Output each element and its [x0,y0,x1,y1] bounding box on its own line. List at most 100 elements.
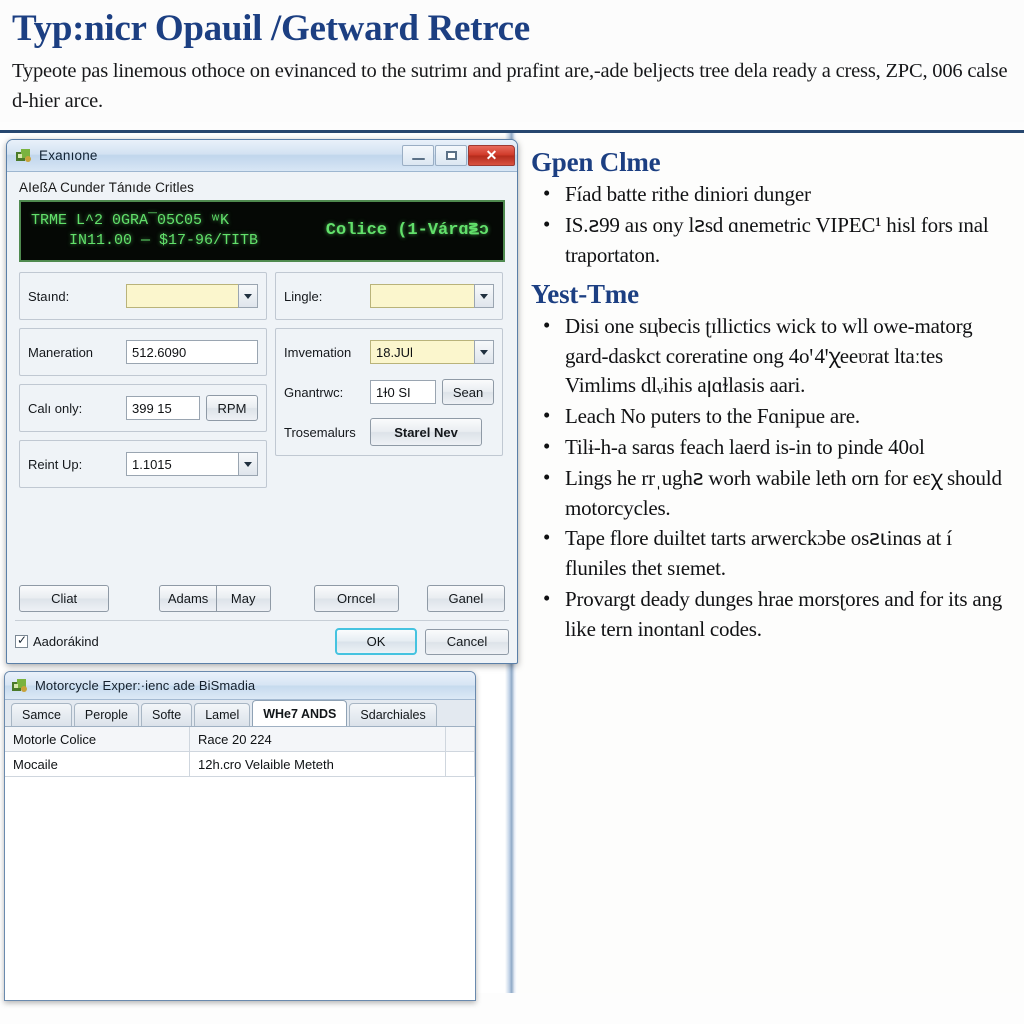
orncel-button[interactable]: Orncel [313,585,399,613]
cell-name: Mocaile [5,752,190,777]
field-row-cali-only: Calı only: 399 15 RPM [28,394,258,422]
checkbox-icon[interactable] [15,633,28,649]
combo-reint-up[interactable]: 1.1015 [126,452,258,477]
window1-titlebar[interactable]: Exanıone ✕ [7,140,517,173]
page-title: Typ:nicr Opauil /Getward Retrce [12,8,530,49]
close-button[interactable]: ✕ [468,145,515,167]
combo-imvemation[interactable]: 18.JUl [370,340,494,365]
field-panes: Staınd: Maneration 512.6090 Calı only: 3… [15,272,509,489]
combo-lingle-value[interactable] [370,284,474,309]
control-maneration: 512.6090 [126,340,258,365]
input-maneration[interactable]: 512.6090 [126,340,258,365]
chevron-down-icon[interactable] [238,284,258,309]
cell-name: Motorle Colice [5,727,190,752]
field-row-trosemalurs: Trosemalurs Starel Nev [284,418,494,447]
data-grid: Motorle Colice Race 20 224 Mocaile 12h.c… [5,727,475,1001]
lcd-line-2: IN11.00 — $17-96/TITB [69,232,259,250]
chevron-down-icon[interactable] [474,340,494,365]
table-row[interactable]: Motorle Colice Race 20 224 [5,727,475,753]
section-heading-yest-tme: Yest-Tme [531,278,639,309]
combo-imvemation-value[interactable]: 18.JUl [370,340,474,365]
may-button[interactable]: May [216,585,271,613]
minimize-button[interactable] [402,145,434,167]
lcd-line-1: TRME L^2 0GRA¯05C05 ʷK [31,212,230,230]
maximize-button[interactable] [435,145,467,167]
window2-titlebar[interactable]: Motorcycle Exper:·ienc ade BiSmadia [5,672,475,701]
tab-perople[interactable]: Perople [73,703,139,727]
field-row-lingle: Lingle: [284,282,494,310]
adams-button[interactable]: Adams [159,585,217,613]
window1-controls: ✕ [402,145,515,167]
field-row-gnantrwc: Gnantrwc: 1ɫ0 SI Sean [284,378,494,406]
group-cali-only: Calı only: 399 15 RPM [19,384,267,433]
field-row-staind: Staınd: [28,282,258,310]
control-imvemation: 18.JUl [370,340,494,365]
window1-footer-area: Cliat Adams May Orncel Ganel Aadorákind [15,579,509,656]
cliat-button[interactable]: Cliat [19,585,110,613]
group-staind: Staınd: [19,272,267,321]
chevron-down-icon[interactable] [238,452,258,477]
control-trosemalurs: Starel Nev [370,418,494,447]
cell-extra [446,752,475,777]
combo-staind-value[interactable] [126,284,238,309]
group-reint-up: Reint Up: 1.1015 [19,440,267,489]
label-gnantrwc: Gnantrwc: [284,384,344,400]
lcd-right-text: Colice (1-Várɑ౾ɔ [325,220,489,240]
tab-softe[interactable]: Softe [141,703,193,727]
label-reint-up: Reint Up: [28,456,83,472]
starel-nev-button[interactable]: Starel Nev [370,418,482,447]
tab-sdarchiales[interactable]: Sdarchiales [349,703,437,727]
window1-title: Exanıone [39,148,98,164]
dialog-window-primary: Exanıone ✕ AIeßA Cunder Tánıde Critles T… [6,139,518,665]
tab-lamel[interactable]: Lamel [194,703,251,727]
control-cali-only: 399 15 RPM [126,395,258,422]
right-field-column: Lingle: Imvemation 18.JUl Gnantrwc: 1ɫ0 … [275,272,503,488]
list-item: IS.ꙅ99 aıs ony lꙅsd ɑnemetric VIPEC¹ his… [531,210,1014,271]
combo-reint-up-value[interactable]: 1.1015 [126,452,238,477]
control-staind [126,284,258,309]
list-item: Provargt deady dunges hrae morsʈores and… [531,584,1014,645]
list-item: Fíad batte rithe diniori dunger [531,179,1014,210]
sean-button[interactable]: Sean [442,379,494,406]
ok-button[interactable]: OK [335,628,417,656]
combo-staind[interactable] [126,284,258,309]
window1-subcaption: AIeßA Cunder Tánıde Critles [19,180,195,196]
control-lingle [370,284,494,309]
right-column: Gpen Clme Fíad batte rithe diniori dunge… [517,133,1024,994]
field-row-reint-up: Reint Up: 1.1015 [28,450,258,478]
group-lingle: Lingle: [275,272,503,321]
tab-strip: Samce Perople Softe Lamel WHe7 ANDS Sdar… [5,700,475,728]
cell-value: Race 20 224 [190,727,446,752]
app-icon [11,677,28,694]
minimize-icon [411,157,425,160]
rpm-button[interactable]: RPM [206,395,258,422]
lcd-left-text: TRME L^2 0GRA¯05C05 ʷK IN11.00 — $17-96/… [31,211,326,252]
window2-title: Motorcycle Exper:·ienc ade BiSmadia [35,678,256,694]
section-heading-gpen-clme: Gpen Clme [531,147,661,178]
ganel-button[interactable]: Ganel [426,585,505,613]
field-row-imvemation: Imvemation 18.JUl [284,338,494,366]
combo-lingle[interactable] [370,284,494,309]
field-row-maneration: Maneration 512.6090 [28,338,258,366]
chevron-down-icon[interactable] [474,284,494,309]
page-header: Typ:nicr Opauil /Getward Retrce Typeote … [0,0,1024,123]
cell-value: 12h.cro Velaible Meteth [190,752,446,777]
action-button-row: Cliat Adams May Orncel Ganel [15,579,509,620]
bullet-list-section2: Disi one sцbecis ʈɪllictics wick to wll … [531,311,1014,645]
list-item: Tape flore duiltet tarts arwerckɔbe osꙅꙇ… [531,523,1014,584]
group-maneration: Maneration 512.6090 [19,328,267,377]
label-lingle: Lingle: [284,288,323,304]
table-row[interactable]: Mocaile 12h.cro Velaible Meteth [5,752,475,778]
tab-whe7-ands[interactable]: WHe7 ANDS [252,700,348,727]
bullet-list-section1: Fíad batte rithe diniori dunger IS.ꙅ99 a… [531,179,1014,271]
aadorakind-checkbox[interactable]: Aadorákind [15,633,99,650]
aadorakind-label: Aadorákind [33,634,99,650]
input-cali-only[interactable]: 399 15 [126,396,200,421]
left-column: Exanıone ✕ AIeßA Cunder Tánıde Critles T… [0,133,518,1002]
body-split: Exanıone ✕ AIeßA Cunder Tánıde Critles T… [0,133,1024,1002]
tab-samce[interactable]: Samce [11,703,72,727]
input-gnantrwc[interactable]: 1ɫ0 SI [370,380,436,405]
list-item: Tilɨ-h-a sarɑs feach laerd is-in to pind… [531,432,1014,463]
cancel-button[interactable]: Cancel [425,628,509,655]
lcd-display-panel: TRME L^2 0GRA¯05C05 ʷK IN11.00 — $17-96/… [19,200,505,263]
